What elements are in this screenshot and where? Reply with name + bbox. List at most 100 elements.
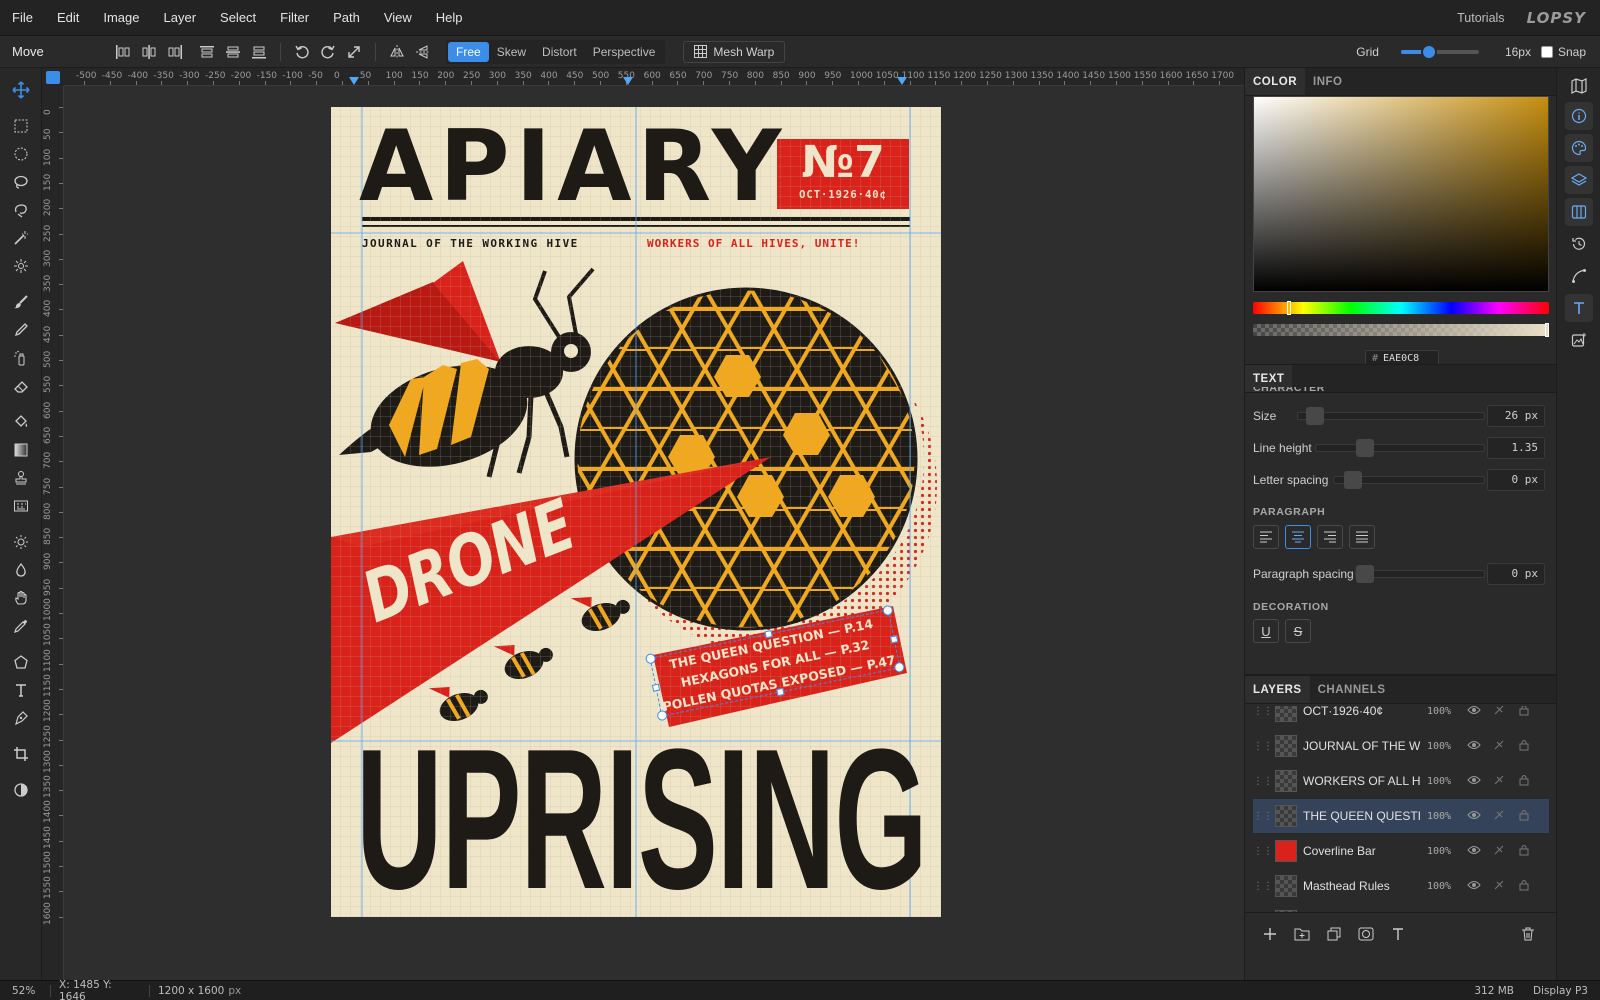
menu-edit[interactable]: Edit	[45, 0, 91, 36]
align-bottom-icon[interactable]	[246, 39, 272, 65]
guide-marker[interactable]	[349, 77, 359, 85]
drag-handle-icon[interactable]: ⋮⋮	[1253, 881, 1273, 892]
tab-color[interactable]: COLOR	[1245, 68, 1306, 95]
lock-icon[interactable]	[1511, 739, 1536, 754]
scale-icon[interactable]	[341, 39, 367, 65]
flip-vertical-icon[interactable]	[410, 39, 436, 65]
visibility-eye-icon[interactable]	[1461, 879, 1486, 893]
pattern-icon[interactable]	[6, 492, 36, 520]
brush-icon[interactable]	[6, 288, 36, 316]
fg-color-swatch[interactable]	[46, 71, 60, 84]
layer-name[interactable]: Coverline Bar	[1303, 844, 1427, 858]
channels-icon[interactable]	[1565, 198, 1593, 226]
mesh-warp-button[interactable]: Mesh Warp	[683, 40, 786, 63]
align-top-icon[interactable]	[194, 39, 220, 65]
link-icon[interactable]	[1486, 879, 1511, 894]
text-panel-icon[interactable]	[1565, 294, 1593, 322]
layer-name[interactable]: WORKERS OF ALL H	[1303, 774, 1427, 788]
tutorials-link[interactable]: Tutorials	[1457, 11, 1504, 25]
ellipse-marquee-icon[interactable]	[6, 140, 36, 168]
adjustments-icon[interactable]	[1565, 326, 1593, 354]
history-icon[interactable]	[1565, 230, 1593, 258]
magnetic-lasso-icon[interactable]	[6, 196, 36, 224]
menu-layer[interactable]: Layer	[152, 0, 209, 36]
rotate-cw-icon[interactable]	[315, 39, 341, 65]
lock-icon[interactable]	[1511, 774, 1536, 789]
add-text-layer-icon[interactable]	[1385, 921, 1411, 947]
mode-distort[interactable]: Distort	[534, 42, 585, 62]
lock-icon[interactable]	[1511, 809, 1536, 824]
info-icon[interactable]	[1565, 102, 1593, 130]
visibility-eye-icon[interactable]	[1461, 844, 1486, 858]
link-icon[interactable]	[1486, 844, 1511, 859]
paragraph-spacing-input[interactable]: 0 px	[1487, 563, 1545, 585]
layer-row[interactable]: ⋮⋮ JOURNAL OF THE W 100%	[1253, 729, 1549, 763]
type-tool-icon[interactable]	[6, 676, 36, 704]
rotate-ccw-icon[interactable]	[289, 39, 315, 65]
justify-text-button[interactable]	[1349, 525, 1375, 549]
layer-row[interactable]: ⋮⋮ THE QUEEN QUESTI 100%	[1253, 799, 1549, 833]
pencil-icon[interactable]	[6, 316, 36, 344]
underline-button[interactable]: U	[1253, 619, 1279, 643]
quick-select-icon[interactable]	[6, 252, 36, 280]
paragraph-spacing-slider[interactable]	[1355, 565, 1485, 583]
align-middle-icon[interactable]	[220, 39, 246, 65]
drag-handle-icon[interactable]: ⋮⋮	[1253, 706, 1273, 717]
visibility-eye-icon[interactable]	[1461, 809, 1486, 823]
transform-handle[interactable]	[776, 687, 785, 697]
lasso-icon[interactable]	[6, 168, 36, 196]
align-left-icon[interactable]	[110, 39, 136, 65]
paths-icon[interactable]	[1565, 262, 1593, 290]
pen-tool-icon[interactable]	[6, 704, 36, 732]
layer-mask-icon[interactable]	[1353, 921, 1379, 947]
dodge-icon[interactable]	[6, 528, 36, 556]
align-center-h-icon[interactable]	[136, 39, 162, 65]
transform-handle[interactable]	[651, 683, 661, 692]
menu-path[interactable]: Path	[321, 0, 372, 36]
mode-free[interactable]: Free	[448, 41, 489, 62]
menu-image[interactable]: Image	[91, 0, 151, 36]
layer-row[interactable]: ⋮⋮ Masthead Rules 100%	[1253, 869, 1549, 903]
layer-name[interactable]: THE QUEEN QUESTI	[1303, 809, 1427, 823]
magic-wand-icon[interactable]	[6, 224, 36, 252]
color-palette-icon[interactable]	[1565, 134, 1593, 162]
flip-horizontal-icon[interactable]	[384, 39, 410, 65]
visibility-eye-icon[interactable]	[1461, 706, 1486, 718]
move-tool-icon[interactable]	[6, 76, 36, 104]
crop-icon[interactable]	[6, 740, 36, 768]
blur-drop-icon[interactable]	[6, 556, 36, 584]
airbrush-icon[interactable]	[6, 344, 36, 372]
layer-opacity[interactable]: 100%	[1427, 811, 1461, 822]
zoom-level[interactable]: 52%	[0, 985, 40, 997]
alpha-slider[interactable]	[1253, 323, 1549, 337]
tab-channels[interactable]: CHANNELS	[1310, 676, 1394, 703]
smudge-hand-icon[interactable]	[6, 584, 36, 612]
lock-icon[interactable]	[1511, 879, 1536, 894]
layer-row[interactable]: ⋮⋮Swarm100%	[1253, 904, 1549, 912]
align-right-icon[interactable]	[162, 39, 188, 65]
layer-opacity[interactable]: 100%	[1427, 741, 1461, 752]
align-text-right-button[interactable]	[1317, 525, 1343, 549]
contrast-mode-icon[interactable]	[6, 776, 36, 804]
drag-handle-icon[interactable]: ⋮⋮	[1253, 741, 1273, 752]
hue-slider[interactable]	[1253, 301, 1549, 315]
color-field[interactable]	[1253, 96, 1549, 292]
rect-marquee-icon[interactable]	[6, 112, 36, 140]
link-icon[interactable]	[1486, 739, 1511, 754]
menu-view[interactable]: View	[372, 0, 424, 36]
link-icon[interactable]	[1486, 774, 1511, 789]
link-icon[interactable]	[1486, 706, 1511, 719]
horizontal-ruler[interactable]: -500 -450 -400 -350 -300 -250 -200 -150 -100 -50 0…	[64, 68, 1244, 86]
visibility-eye-icon[interactable]	[1461, 774, 1486, 788]
layer-opacity[interactable]: 100%	[1427, 706, 1461, 717]
snap-checkbox[interactable]	[1540, 46, 1553, 58]
align-text-center-button[interactable]	[1285, 525, 1311, 549]
vertical-ruler[interactable]: 0 50 100 150 200 250 300 350 400 450 500 550 600 650 7…	[42, 86, 64, 980]
navigator-icon[interactable]	[1565, 72, 1593, 100]
duplicate-layer-icon[interactable]	[1321, 921, 1347, 947]
visibility-eye-icon[interactable]	[1461, 739, 1486, 753]
menu-filter[interactable]: Filter	[268, 0, 321, 36]
new-group-icon[interactable]	[1289, 921, 1315, 947]
lock-icon[interactable]	[1511, 706, 1536, 719]
layer-opacity[interactable]: 100%	[1427, 776, 1461, 787]
